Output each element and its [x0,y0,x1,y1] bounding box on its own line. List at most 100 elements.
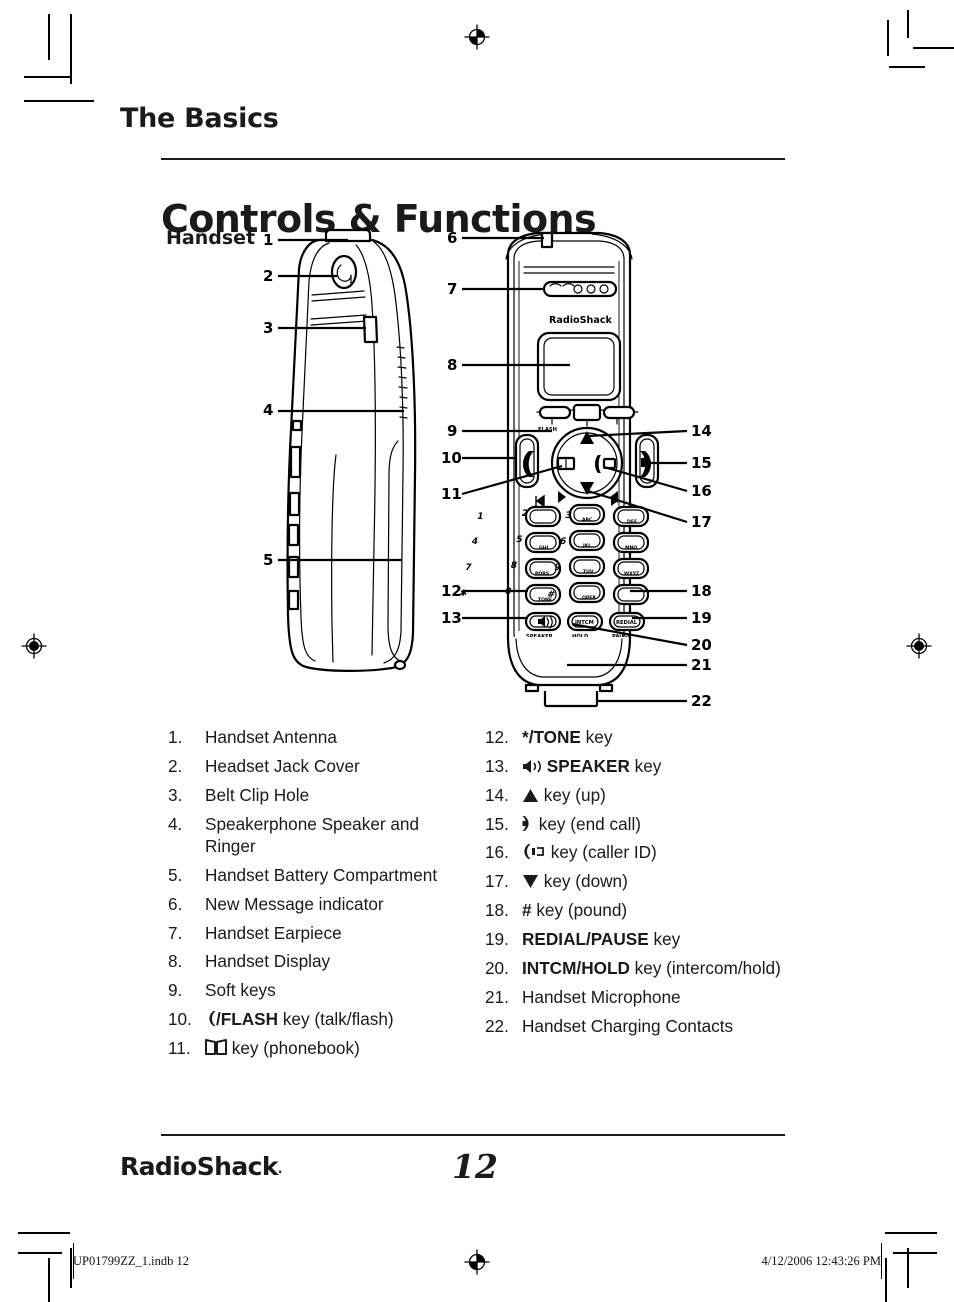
list-item: 18. # key (pound) [485,899,790,921]
callout-18: 18 [691,582,712,600]
list-item-text: # key (pound) [522,899,790,921]
list-item: 11. key (phonebook) [168,1037,468,1059]
list-item-number: 16. [485,842,509,863]
list-item-text: key (caller ID) [522,841,790,863]
list-item: 21. Handset Microphone [485,986,790,1008]
list-item-tail: key (end call) [534,813,641,834]
callout-3: 3 [263,319,273,337]
list-item-text: Handset Charging Contacts [522,1015,734,1036]
registration-mark-right [906,633,932,659]
handset-lcd [536,331,622,402]
list-item-number: 7. [168,922,183,943]
list-item-text: REDIAL/PAUSE key [522,928,790,950]
talk-flash-key [514,433,540,489]
callout-10: 10 [441,449,462,467]
list-item: 7. Handset Earpiece [168,922,468,944]
phonebook-icon [205,1038,227,1056]
triangle-up-icon [522,788,539,803]
list-item-tail: key (caller ID) [546,842,657,863]
list-item-text: key (up) [522,784,790,806]
list-item-tail: key (pound) [531,900,628,921]
list-item-number: 15. [485,813,509,834]
page-number: 12 [452,1147,498,1186]
callout-5: 5 [263,551,273,569]
callout-8: 8 [447,356,457,374]
svg-text:WXYZ: WXYZ [624,571,640,577]
list-item: 5. Handset Battery Compartment [168,864,468,886]
trim-line-right [881,1243,882,1279]
list-item-number: 13. [485,755,509,776]
callout-12: 12 [441,582,462,600]
callout-21: 21 [691,656,712,674]
callout-22: 22 [691,692,712,710]
list-item-text: Handset Antenna [205,727,337,747]
running-head: The Basics [120,103,279,134]
list-item: 17. key (down) [485,870,790,892]
callout-15: 15 [691,454,712,472]
list-item-text: key (end call) [522,813,790,835]
svg-text:ABC: ABC [582,517,593,523]
list-item: 6. New Message indicator [168,893,468,915]
list-item: 16. key (caller ID) [485,841,790,863]
callout-1: 1 [263,231,273,249]
list-item-tail: key (intercom/hold) [629,957,781,978]
key-speaker [524,611,562,632]
list-item-bold: REDIAL/PAUSE [522,929,649,950]
callout-6: 6 [447,229,457,247]
list-item-text: Soft keys [205,980,276,1001]
list-item-bold: INTCM/HOLD [522,957,630,978]
slug-filename: UP01799ZZ_1.indb 12 [73,1254,189,1268]
list-item-text: Handset Display [205,951,331,972]
list-item-number: 6. [168,893,183,914]
svg-text:DEF: DEF [627,519,637,525]
callout-11: 11 [441,485,462,503]
list-item: 13. SPEAKER key [485,755,790,777]
list-item-bold: /FLASH [216,1009,279,1030]
list-item-tail: key (phonebook) [227,1037,360,1058]
list-item-number: 17. [485,871,509,892]
list-item-text: Speakerphone Speaker and Ringer [205,813,420,856]
list-item-text: Headset Jack Cover [205,755,360,776]
handset-brand-text: RadioShack [549,315,613,326]
callout-14: 14 [691,422,712,440]
list-item-tail: key [629,755,662,776]
list-item-text: Handset Earpiece [205,922,342,943]
callout-4: 4 [263,401,273,419]
svg-text:GHI: GHI [539,545,549,551]
list-item-number: 8. [168,951,183,972]
list-item-number: 20. [485,957,509,978]
footer-brand-tm: . [277,1162,283,1176]
callout-20: 20 [691,636,712,654]
list-item-number: 1. [168,727,183,747]
key-redial: REDIAL [608,611,646,632]
slug-timestamp: 4/12/2006 12:43:26 PM [761,1254,881,1268]
keypad: 1 2ABC 3DEF 4GHI 5JKL 6MNO 7PQRS 8TUV 9W… [459,503,650,640]
list-item-tail: key [648,929,681,950]
list-item-text: New Message indicator [205,893,384,914]
footer-brand-text: RadioShack [120,1152,278,1181]
callout-19: 19 [691,609,712,627]
svg-text:MNO: MNO [625,545,637,551]
list-item-number: 12. [485,727,509,747]
list-item-number: 3. [168,784,183,805]
printed-page: The Basics Controls & Functions Handset … [0,0,954,1302]
list-item-number: 19. [485,929,509,950]
registration-mark-left [21,633,47,659]
list-item-tail: key [580,727,613,747]
list-item-number: 11. [168,1037,191,1058]
callout-2: 2 [263,267,273,285]
list-item: 12. */TONE key [485,726,790,748]
list-item-text: INTCM/HOLD key (intercom/hold) [522,957,790,979]
svg-text:4: 4 [471,537,479,547]
list-item: 20. INTCM/HOLD key (intercom/hold) [485,957,790,979]
list-item-bold: # [522,900,532,921]
list-item: 9. Soft keys [168,979,468,1001]
list-item: 15. key (end call) [485,813,790,835]
callout-9: 9 [447,422,457,440]
list-item-text: */TONE key [522,726,790,748]
list-item-number: 9. [168,980,183,1001]
list-item-text: Belt Clip Hole [205,784,310,805]
list-item-number: 14. [485,784,509,805]
speaker-icon [522,759,542,774]
list-item-tail: key (talk/flash) [278,1009,394,1030]
